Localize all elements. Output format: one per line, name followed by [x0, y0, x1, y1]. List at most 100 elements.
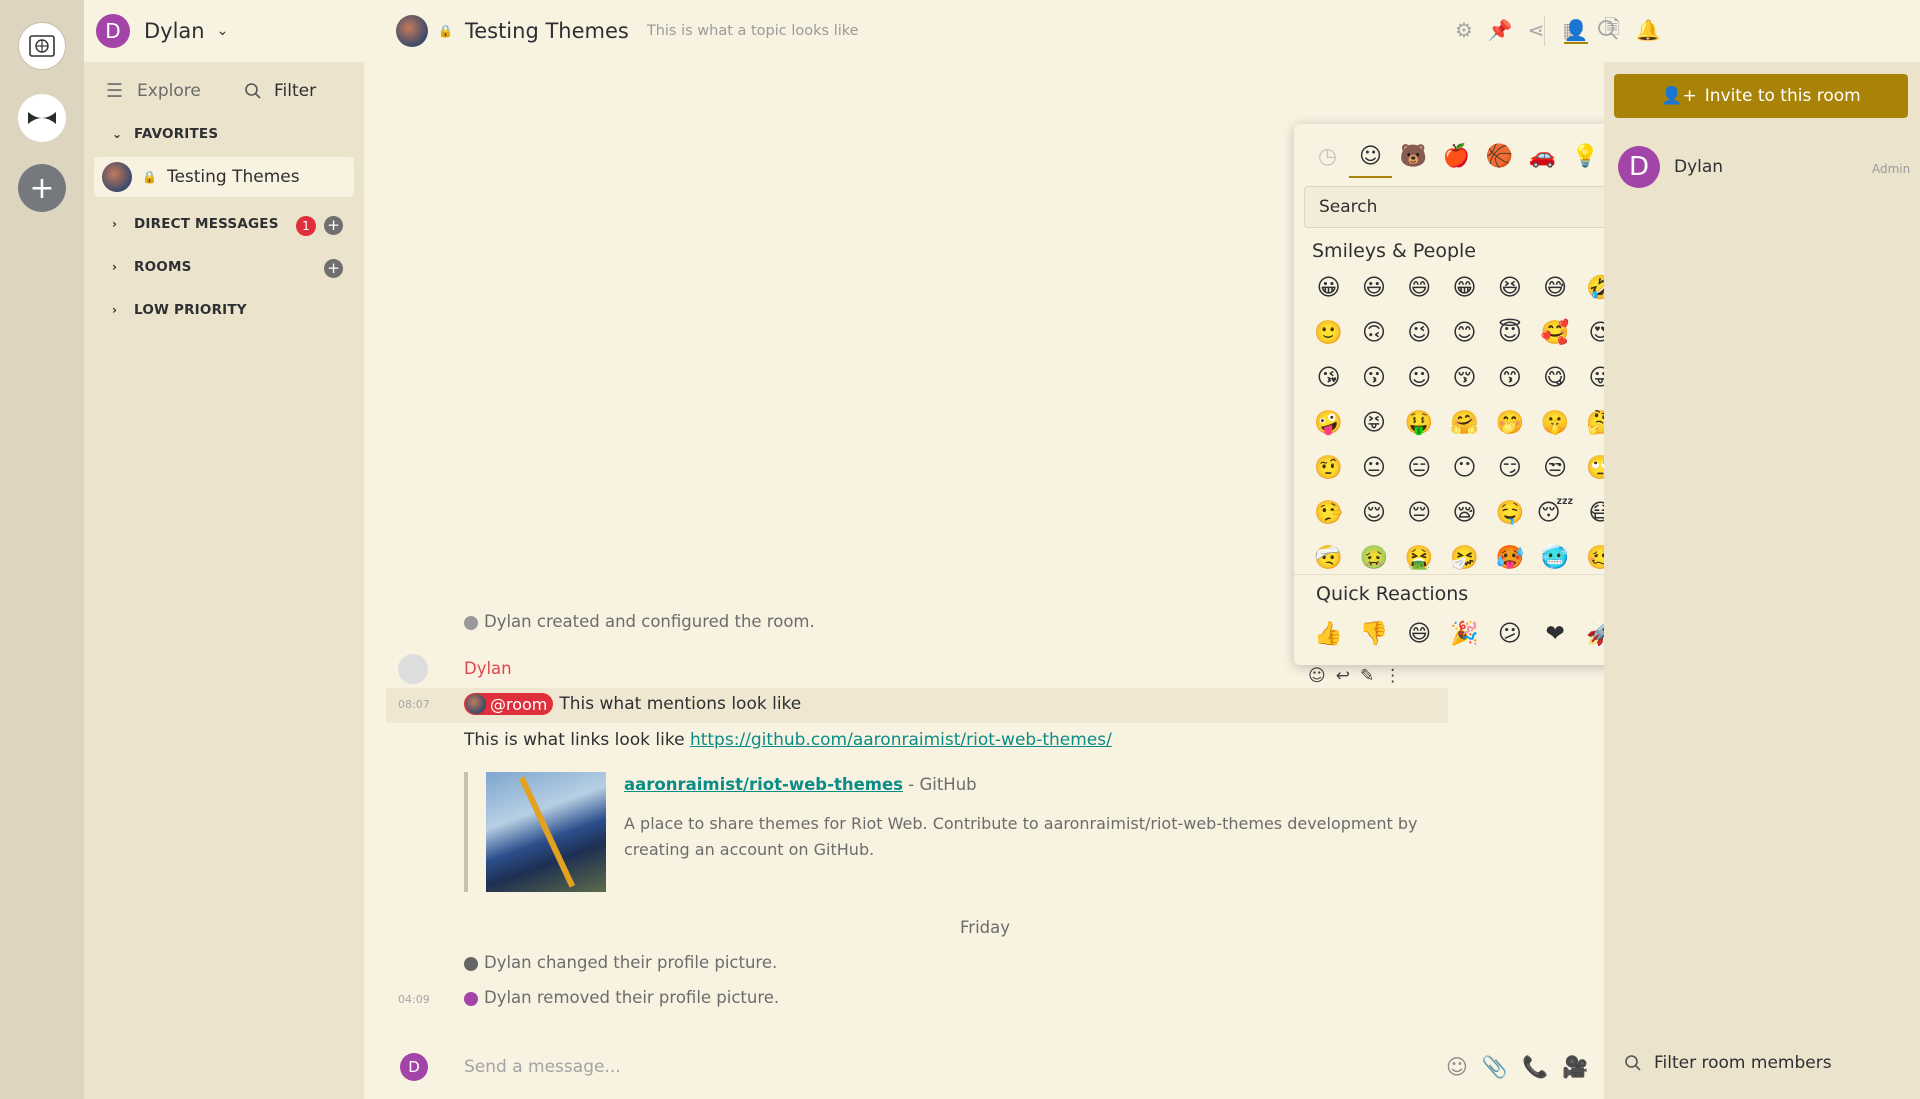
quick-reaction-button[interactable]: 🎉 [1442, 611, 1487, 656]
emoji-button[interactable]: 😌 [1351, 490, 1396, 535]
emoji-button[interactable]: 😗 [1351, 355, 1396, 400]
emoji-icon[interactable]: ☺ [1446, 1055, 1468, 1080]
chevron-down-icon: ⌄ [112, 127, 123, 141]
home-space-icon[interactable] [18, 22, 66, 70]
travel-icon[interactable]: 🚗 [1521, 136, 1564, 176]
emoji-button[interactable]: 🤨 [1306, 445, 1351, 490]
emoji-button[interactable]: 🙂 [1306, 310, 1351, 355]
lock-icon: 🔒 [438, 24, 453, 38]
emoji-button[interactable]: 🥰 [1532, 310, 1577, 355]
create-room-button[interactable]: + [324, 259, 343, 278]
preview-desc-line: creating an account on GitHub. [624, 840, 875, 859]
message-link[interactable]: https://github.com/aaronraimist/riot-web… [690, 730, 1112, 750]
emoji-button[interactable]: 🤫 [1532, 400, 1577, 445]
emoji-button[interactable]: 🤥 [1306, 490, 1351, 535]
direct-messages-section-header[interactable]: › DIRECT MESSAGES [112, 216, 279, 232]
invite-button[interactable]: 👤+ Invite to this room [1614, 74, 1908, 118]
member-list-item[interactable]: D Dylan [1618, 146, 1723, 188]
emoji-button[interactable]: 😀 [1306, 265, 1351, 310]
emoji-button[interactable]: 😪 [1442, 490, 1487, 535]
emoji-button[interactable]: 😘 [1306, 355, 1351, 400]
user-menu[interactable]: D Dylan ⌄ [84, 0, 364, 62]
room-item-testing-themes[interactable]: 🔒 Testing Themes [94, 157, 354, 197]
emoji-button[interactable]: 😙 [1487, 355, 1532, 400]
emoji-button[interactable]: 😴 [1532, 490, 1577, 535]
emoji-button[interactable]: 😝 [1351, 400, 1396, 445]
message-input[interactable]: Send a message... [464, 1057, 621, 1077]
emoji-button[interactable]: ☺ [1397, 355, 1442, 400]
quick-reaction-button[interactable]: 😕 [1487, 611, 1532, 656]
video-call-icon[interactable]: 🎥 [1562, 1055, 1588, 1080]
quick-reaction-button[interactable]: 😄 [1397, 611, 1442, 656]
community-icon[interactable] [18, 94, 66, 142]
mention-pill[interactable]: @room [464, 693, 554, 715]
emoji-button[interactable]: 😚 [1442, 355, 1487, 400]
settings-icon[interactable]: ⚙ [1452, 18, 1476, 42]
emoji-button[interactable]: 🙃 [1351, 310, 1396, 355]
food-icon[interactable]: 🍎 [1435, 136, 1478, 176]
emoji-button[interactable]: 😄 [1397, 265, 1442, 310]
timestamp: 08:07 [398, 698, 430, 711]
quick-reaction-button[interactable]: 👍 [1306, 611, 1351, 656]
composer-actions: ☺ 📎 📞 🎥 [1446, 1055, 1588, 1080]
notifications-icon[interactable]: 🔔 [1636, 18, 1661, 42]
plus-icon: + [327, 216, 340, 234]
preview-image[interactable] [486, 772, 606, 892]
start-chat-button[interactable]: + [324, 216, 343, 235]
emoji-button[interactable]: 😏 [1487, 445, 1532, 490]
room-created-text: Dylan created and configured the room. [484, 612, 815, 631]
favorites-label: FAVORITES [134, 126, 219, 142]
emoji-button[interactable]: 😆 [1487, 265, 1532, 310]
voice-call-icon[interactable]: 📞 [1522, 1055, 1548, 1080]
avatar [464, 615, 478, 630]
emoji-button[interactable]: 🤪 [1306, 400, 1351, 445]
pin-icon[interactable]: 📌 [1488, 18, 1513, 42]
profile-removed-event: Dylan removed their profile picture. [464, 988, 779, 1007]
emoji-button[interactable]: 🤤 [1487, 490, 1532, 535]
emoji-button[interactable]: 🤭 [1487, 400, 1532, 445]
sender-name[interactable]: Dylan [464, 659, 512, 678]
emoji-button[interactable]: 😇 [1487, 310, 1532, 355]
animal-icon[interactable]: 🐻 [1392, 136, 1435, 176]
emoji-button[interactable]: 😅 [1532, 265, 1577, 310]
preview-title[interactable]: aaronraimist/riot-web-themes [624, 775, 903, 794]
emoji-button[interactable]: 😃 [1351, 265, 1396, 310]
reply-icon[interactable]: ↩ [1336, 666, 1350, 686]
emoji-button[interactable]: 😁 [1442, 265, 1487, 310]
favorites-section-header[interactable]: ⌄ FAVORITES [112, 126, 218, 142]
mention-text: This what mentions look like [559, 694, 802, 714]
emoji-button[interactable]: 😋 [1532, 355, 1577, 400]
options-icon[interactable]: ⋮ [1384, 666, 1401, 686]
explore-button[interactable]: ☰ Explore [106, 76, 201, 106]
emoji-button[interactable]: 😒 [1532, 445, 1577, 490]
object-icon[interactable]: 💡 [1564, 136, 1607, 176]
emoji-button[interactable]: 🤑 [1397, 400, 1442, 445]
room-avatar[interactable] [396, 15, 428, 47]
emoji-button[interactable]: 😊 [1442, 310, 1487, 355]
emoji-button[interactable]: 😑 [1397, 445, 1442, 490]
filter-button[interactable]: Filter [244, 76, 316, 106]
quick-reaction-button[interactable]: ❤ [1532, 611, 1577, 656]
activity-icon[interactable]: 🏀 [1478, 136, 1521, 176]
member-filter-input[interactable]: Filter room members [1624, 1053, 1832, 1073]
emoji-button[interactable]: 😐 [1351, 445, 1396, 490]
sender-avatar[interactable] [398, 654, 428, 684]
files-icon[interactable]: 🗎 [1600, 15, 1624, 42]
emoji-button[interactable]: 🤗 [1442, 400, 1487, 445]
space-bar: + [0, 0, 84, 1099]
edit-icon[interactable]: ✎ [1360, 666, 1374, 686]
emoji-button[interactable]: 😶 [1442, 445, 1487, 490]
members-icon[interactable]: 👤 [1564, 18, 1588, 44]
room-title[interactable]: Testing Themes [465, 19, 629, 43]
emoji-button[interactable]: 😔 [1397, 490, 1442, 535]
attachment-icon[interactable]: 📎 [1482, 1055, 1508, 1080]
emoji-button[interactable]: 😉 [1397, 310, 1442, 355]
preview-title-row: aaronraimist/riot-web-themes - GitHub [624, 775, 977, 794]
quick-reaction-button[interactable]: 👎 [1351, 611, 1396, 656]
react-icon[interactable]: ☺ [1308, 666, 1326, 686]
smiley-icon[interactable]: ☺ [1349, 136, 1392, 178]
room-name: Testing Themes [166, 167, 300, 187]
low-priority-section-header[interactable]: › LOW PRIORITY [112, 302, 247, 318]
rooms-section-header[interactable]: › ROOMS [112, 259, 192, 275]
create-community-button[interactable]: + [18, 164, 66, 212]
